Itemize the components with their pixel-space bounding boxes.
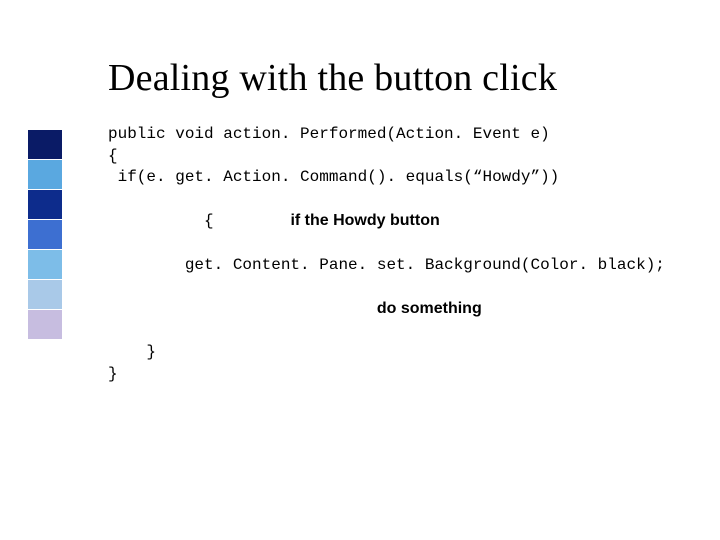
sidebar-tile: [28, 190, 62, 219]
code-comment: if the Howdy button: [290, 212, 439, 229]
code-line: if(e. get. Action. Command(). equals(“Ho…: [108, 167, 698, 189]
sidebar-tile: [28, 280, 62, 309]
code-comment: do something: [377, 300, 482, 317]
slide: Dealing with the button click public voi…: [0, 0, 720, 540]
code-brace: {: [166, 212, 214, 230]
sidebar-tile: [28, 250, 62, 279]
code-line: do something: [108, 276, 698, 342]
code-line: }: [108, 342, 698, 364]
sidebar-tile: [28, 160, 62, 189]
code-line: {: [108, 146, 698, 168]
decorative-sidebar: [28, 130, 62, 339]
sidebar-tile: [28, 130, 62, 159]
code-line: get. Content. Pane. set. Background(Colo…: [108, 255, 698, 277]
code-block: public void action. Performed(Action. Ev…: [108, 124, 698, 385]
slide-title: Dealing with the button click: [108, 56, 557, 100]
sidebar-tile: [28, 220, 62, 249]
code-line: }: [108, 364, 698, 386]
code-line: public void action. Performed(Action. Ev…: [108, 124, 698, 146]
code-line: { if the Howdy button: [108, 189, 698, 255]
sidebar-tile: [28, 310, 62, 339]
